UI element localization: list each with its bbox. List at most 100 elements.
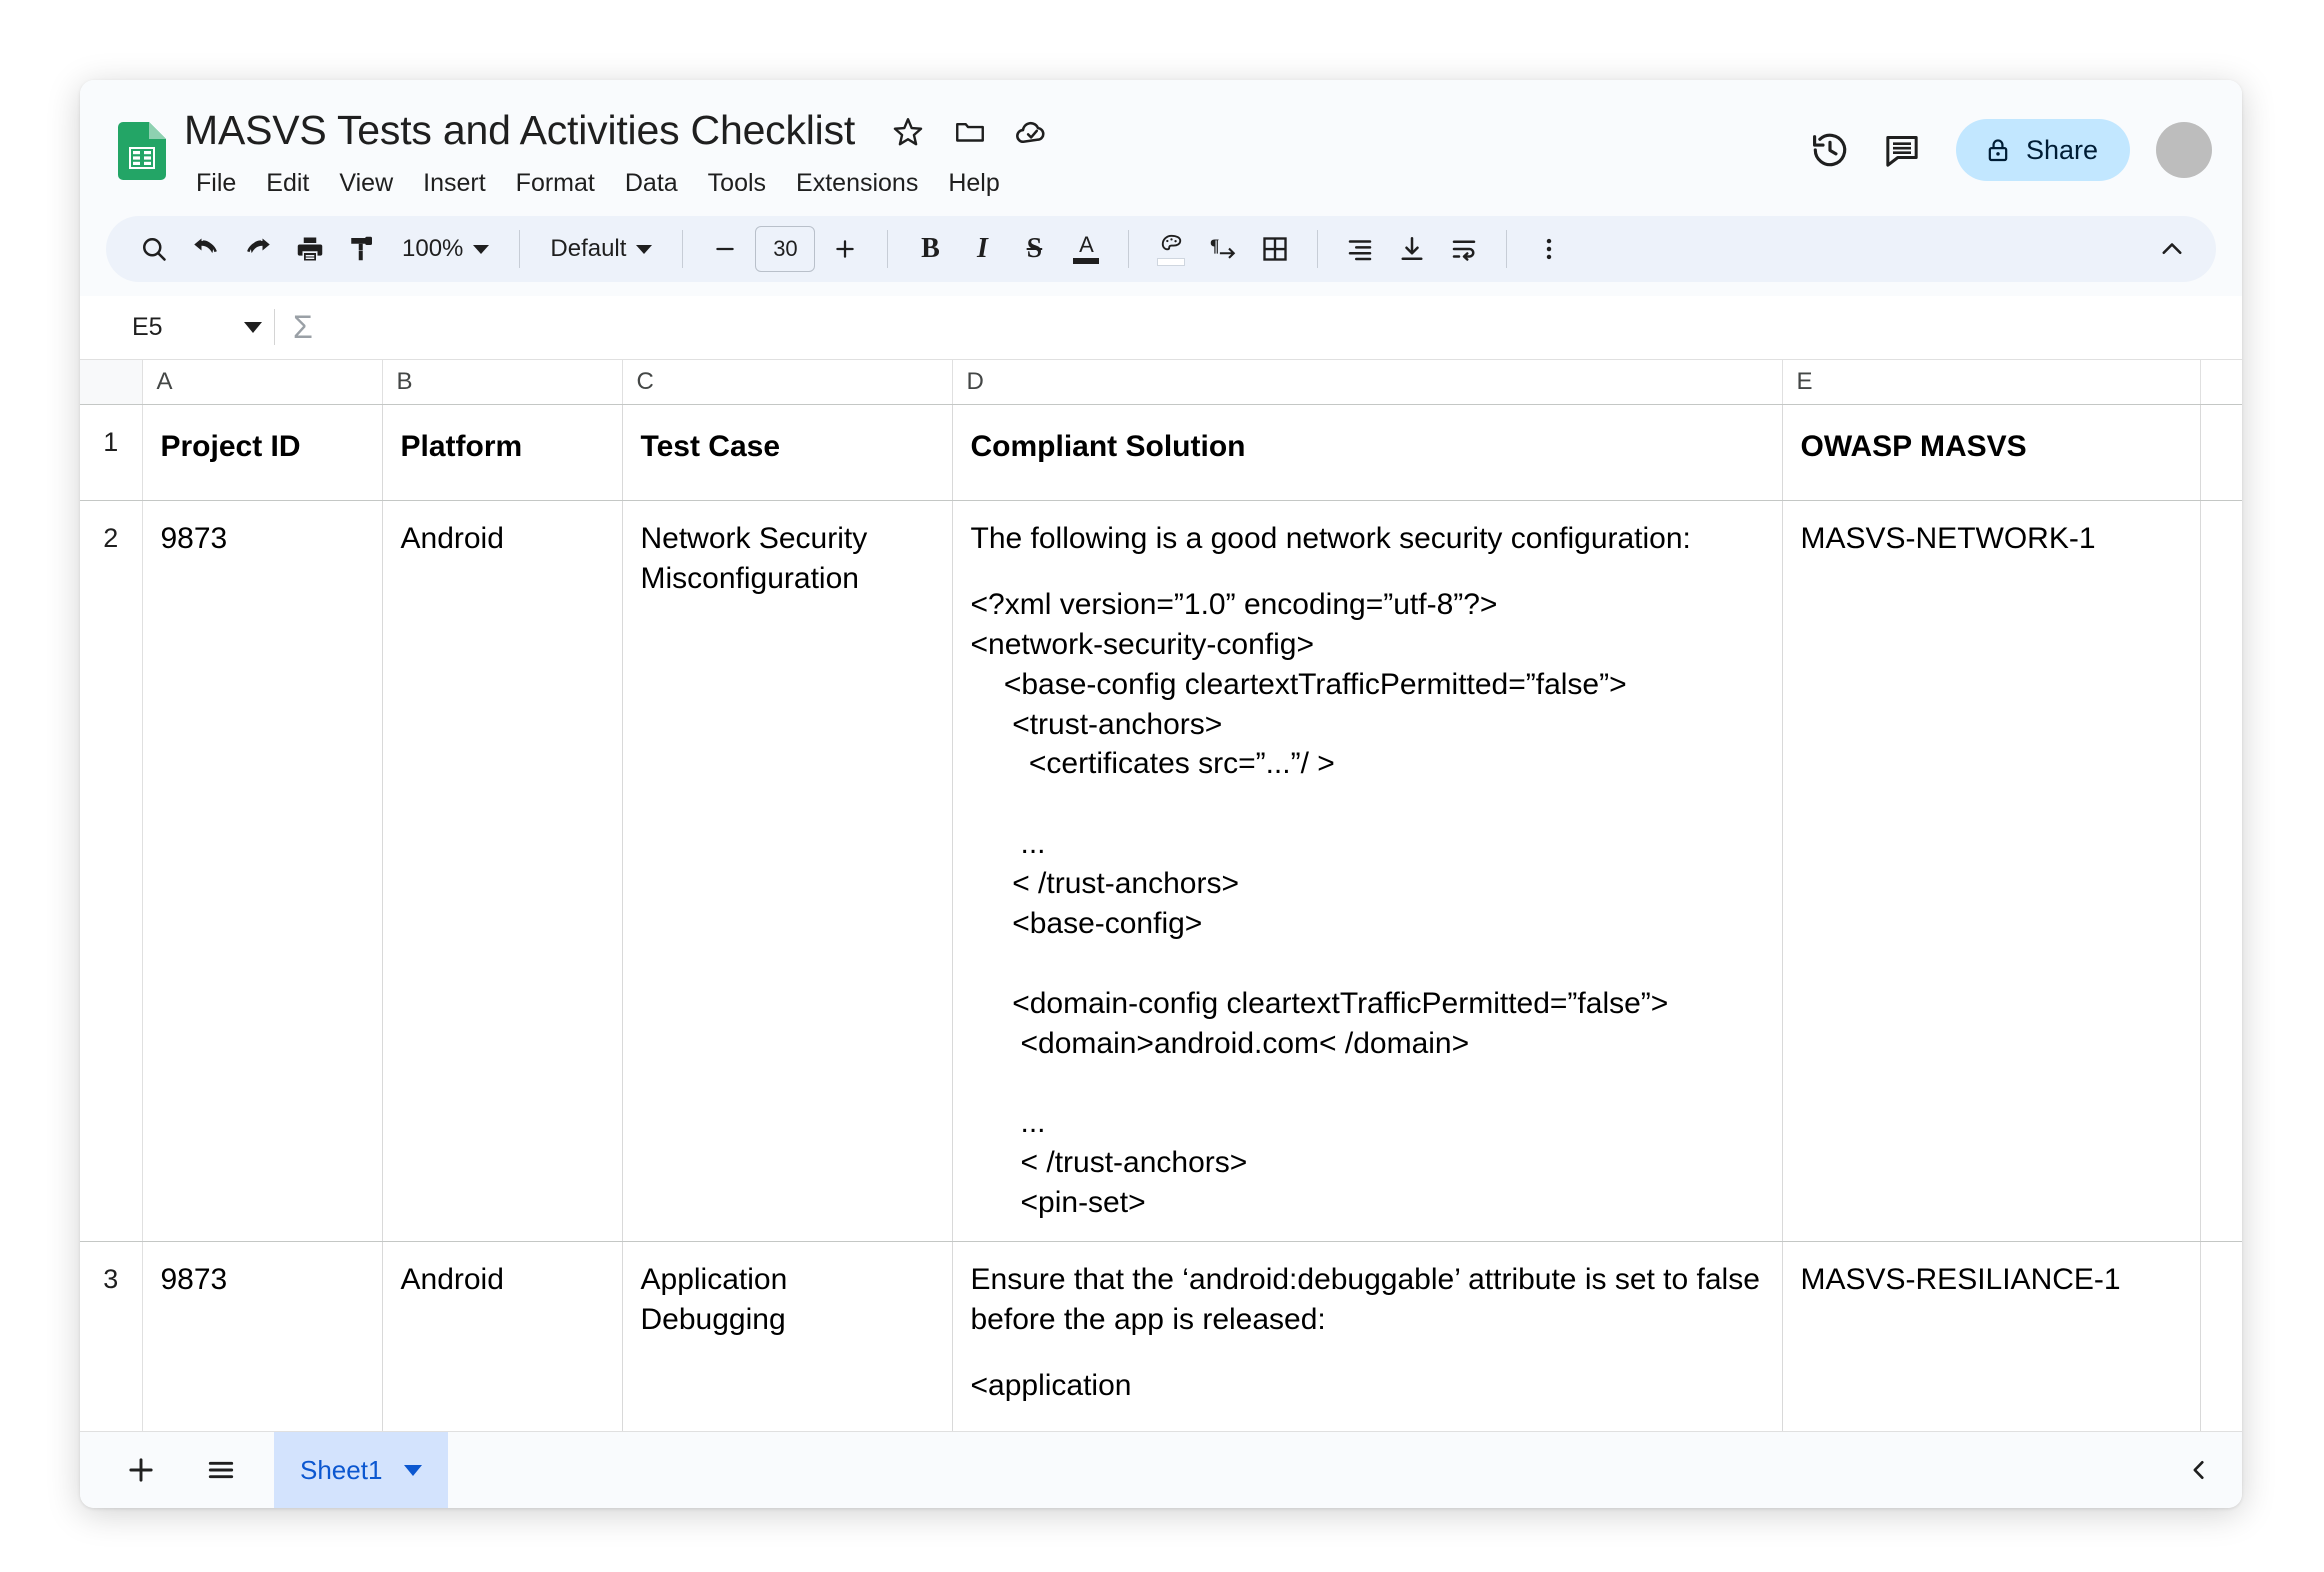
cell-b3[interactable]: Android [382,1241,623,1431]
chevron-down-icon [244,321,262,333]
font-family-value: Default [550,235,627,262]
menu-item-file[interactable]: File [186,162,251,204]
sigma-icon[interactable]: Σ [293,311,313,343]
all-sheets-icon[interactable] [190,1439,252,1501]
zoom-control[interactable]: 100% [388,225,503,273]
menu-item-insert[interactable]: Insert [408,162,501,204]
row-header-3[interactable]: 3 [80,1241,143,1431]
text-color-button[interactable]: A [1060,223,1112,275]
avatar[interactable] [2156,122,2212,178]
column-header-c[interactable]: C [622,360,953,405]
text-wrap-icon[interactable] [1438,223,1490,275]
undo-icon[interactable] [180,223,232,275]
column-header-d[interactable]: D [952,360,1783,405]
cell-b1[interactable]: Platform [382,404,623,501]
decrease-font-size-button[interactable] [699,223,751,275]
column-header-tail[interactable] [2200,360,2242,405]
cell-b2[interactable]: Android [382,500,623,1243]
menu-item-edit[interactable]: Edit [251,162,324,204]
fill-color-icon[interactable] [1145,223,1197,275]
menu-item-data[interactable]: Data [610,162,693,204]
cell-d3-intro: Ensure that the ‘android:debuggable’ att… [970,1263,1760,1337]
plus-icon[interactable] [110,1439,172,1501]
column-header-b[interactable]: B [382,360,623,405]
bold-button[interactable]: B [904,223,956,275]
font-family-control[interactable]: Default [536,225,666,273]
row-header-2[interactable]: 2 [80,500,143,1243]
comment-icon[interactable] [1866,114,1938,186]
table-row: 3 9873 Android Application Debugging Ens… [80,1241,2242,1431]
chevron-down-icon [473,244,490,254]
spreadsheet-grid[interactable]: A B C D E 1 Project ID Platform Test Cas… [80,359,2242,1431]
font-size-control: 30 [699,223,871,275]
chevron-left-icon[interactable] [2168,1439,2230,1501]
column-header-a[interactable]: A [142,360,383,405]
title-and-menu: MASVS Tests and Activities Checklist Fil… [184,100,1051,204]
cell-a3[interactable]: 9873 [142,1241,383,1431]
sheet-tab-label: Sheet1 [300,1454,383,1485]
redo-icon[interactable] [232,223,284,275]
cell-f3[interactable] [2200,1241,2242,1431]
table-row: 1 Project ID Platform Test Case Complian… [80,404,2242,501]
zoom-value: 100% [402,235,464,262]
menu-item-view[interactable]: View [324,162,408,204]
sheet-tab-sheet1[interactable]: Sheet1 [274,1432,449,1508]
paint-format-icon[interactable] [336,223,388,275]
cell-e2[interactable]: MASVS-NETWORK-1 [1782,500,2201,1243]
star-icon[interactable] [889,113,927,151]
folder-icon[interactable] [951,113,989,151]
italic-button[interactable]: I [956,223,1008,275]
menu-item-help[interactable]: Help [933,162,1014,204]
cell-a1[interactable]: Project ID [142,404,383,501]
menu-item-format[interactable]: Format [501,162,610,204]
row-header-1[interactable]: 1 [80,404,143,501]
bold-label: B [921,233,940,264]
toolbar-divider [682,230,684,268]
cell-c3[interactable]: Application Debugging [622,1241,953,1431]
name-box[interactable]: E5 [110,313,268,342]
vertical-align-icon[interactable] [1386,223,1438,275]
cell-a2[interactable]: 9873 [142,500,383,1243]
text-color-label: A [1079,231,1094,257]
cell-c2[interactable]: Network Security Misconfiguration [622,500,953,1243]
cloud-done-icon[interactable] [1013,113,1051,151]
menu-item-extensions[interactable]: Extensions [781,162,933,204]
strikethrough-button[interactable]: S [1008,223,1060,275]
cell-d3[interactable]: Ensure that the ‘android:debuggable’ att… [952,1241,1783,1431]
cell-e1[interactable]: OWASP MASVS [1782,404,2201,501]
text-color-swatch [1073,257,1100,264]
svg-text:¶: ¶ [1210,236,1219,256]
increase-font-size-button[interactable] [819,223,871,275]
cell-f1[interactable] [2200,404,2242,501]
print-icon[interactable] [284,223,336,275]
cell-d2[interactable]: The following is a good network security… [952,500,1783,1243]
toolbar-divider [1317,230,1319,268]
text-rotation-icon[interactable]: ¶ [1197,223,1249,275]
select-all-corner[interactable] [80,360,143,405]
toolbar-divider [519,230,521,268]
toolbar-divider [1506,230,1508,268]
page-title[interactable]: MASVS Tests and Activities Checklist [184,101,855,159]
cell-c1[interactable]: Test Case [622,404,953,501]
horizontal-align-icon[interactable] [1334,223,1386,275]
version-history-icon[interactable] [1794,114,1866,186]
lock-icon [1984,136,2012,164]
formula-bar-divider [274,309,275,345]
cell-f2[interactable] [2200,500,2242,1243]
cell-e3[interactable]: MASVS-RESILIANCE-1 [1782,1241,2201,1431]
borders-icon[interactable] [1249,223,1301,275]
chevron-down-icon[interactable] [404,1464,423,1476]
search-icon[interactable] [128,223,180,275]
sheet-bar-right [2168,1439,2230,1501]
font-size-input[interactable]: 30 [755,226,816,272]
menu-item-tools[interactable]: Tools [693,162,781,204]
column-header-e[interactable]: E [1782,360,2201,405]
chevron-up-icon[interactable] [2146,223,2198,275]
strikethrough-label: S [1026,233,1043,264]
toolbar-container: 100% Default 30 B I S A ¶ [80,216,2242,296]
share-button[interactable]: Share [1955,119,2130,181]
more-options-icon[interactable] [1523,223,1575,275]
cell-d1[interactable]: Compliant Solution [952,404,1783,501]
